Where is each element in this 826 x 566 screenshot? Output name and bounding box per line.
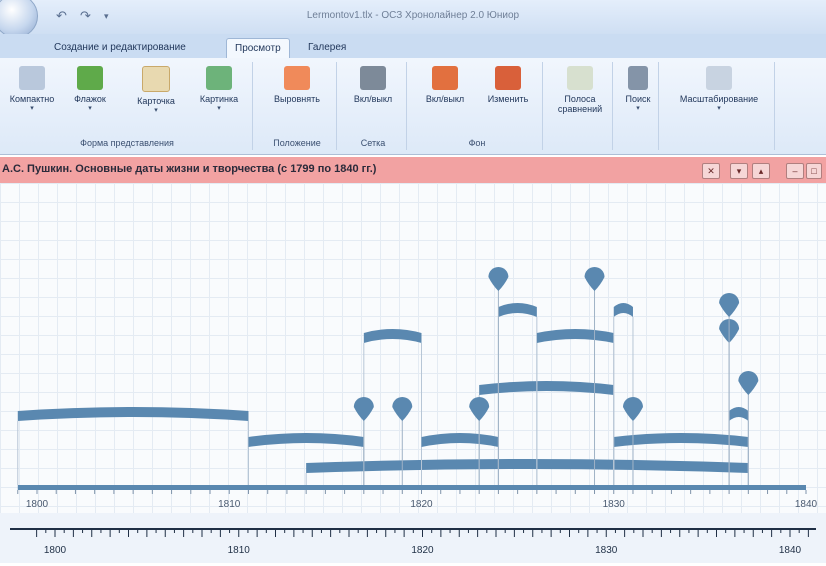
flag-icon	[77, 66, 103, 90]
chart-header: А.С. Пушкин. Основные даты жизни и творч…	[0, 157, 826, 183]
group-comparison: Полоса сравнений	[548, 62, 613, 150]
group-presentation-form: Компактно ▾ Флажок ▾ Карточка ▾ Картинка…	[2, 62, 253, 150]
period-band	[248, 433, 364, 447]
align-label: Выровнять	[274, 94, 320, 104]
window-title: Lermontov1.tlx - ОСЗ Хронолайнер 2.0 Юни…	[306, 10, 520, 21]
event-marker	[469, 397, 490, 421]
event-marker	[719, 293, 740, 317]
card-button[interactable]: Карточка ▾	[126, 66, 186, 114]
period-band	[498, 303, 537, 317]
event-marker	[353, 397, 374, 421]
bottom-scale-bar: 1800 1810 1820 1830 1840	[0, 513, 826, 563]
scale-tick-label: 1820	[411, 545, 434, 556]
scale-tick-label: 1810	[228, 545, 251, 556]
background-toggle-button[interactable]: Вкл/выкл	[416, 66, 474, 104]
comparison-icon	[567, 66, 593, 90]
axis-tick-label: 1840	[795, 499, 818, 510]
palette-icon	[495, 66, 521, 90]
background-change-label: Изменить	[487, 94, 529, 104]
tab-view[interactable]: Просмотр	[226, 38, 290, 59]
minimize-icon[interactable]: –	[786, 163, 804, 179]
grid-toggle-button[interactable]: Вкл/выкл	[344, 66, 402, 104]
timeline-svg: 1800 1810 1820 1830 1840	[17, 267, 818, 510]
search-button[interactable]: Поиск ▾	[620, 66, 656, 112]
grid-toggle-label: Вкл/выкл	[353, 94, 393, 104]
align-icon	[284, 66, 310, 90]
group-zoom: Масштабирование ▾	[664, 62, 775, 150]
scroll-up-icon[interactable]: ▴	[752, 163, 770, 179]
compact-label: Компактно	[9, 94, 55, 104]
binoculars-icon	[628, 66, 648, 90]
picture-icon	[206, 66, 232, 90]
scale-tick-label: 1800	[44, 545, 67, 556]
title-bar: ↶ ↷ ▾ Lermontov1.tlx - ОСЗ Хронолайнер 2…	[0, 0, 826, 38]
axis-tick-label: 1810	[218, 499, 241, 510]
timeline-chart: 1800 1810 1820 1830 1840	[0, 183, 826, 513]
group-caption: Сетка	[360, 138, 386, 148]
period-band	[17, 407, 249, 421]
align-button[interactable]: Выровнять	[262, 66, 332, 104]
axis-tick-label: 1830	[603, 499, 626, 510]
scale-tick-label: 1830	[595, 545, 618, 556]
ribbon-tabs: Создание и редактирование Просмотр Галер…	[0, 34, 826, 59]
event-marker	[622, 397, 643, 421]
period-band	[613, 433, 749, 447]
card-label: Карточка	[137, 96, 175, 106]
ribbon: Компактно ▾ Флажок ▾ Карточка ▾ Картинка…	[0, 58, 826, 155]
compact-icon	[19, 66, 45, 90]
scroll-down-icon[interactable]: ▾	[730, 163, 748, 179]
chevron-down-icon: ▾	[154, 107, 158, 114]
compact-button[interactable]: Компактно ▾	[4, 66, 60, 112]
period-band	[306, 459, 749, 473]
zoom-icon	[706, 66, 732, 90]
scale-tick-label: 1840	[779, 545, 802, 556]
bottom-scale-svg: 1800 1810 1820 1830 1840	[10, 528, 816, 556]
event-marker	[738, 371, 759, 395]
period-band	[536, 329, 614, 343]
axis-tick-label: 1800	[26, 499, 49, 510]
tab-gallery[interactable]: Галерея	[300, 38, 354, 58]
group-grid: Вкл/выкл Сетка	[340, 62, 407, 150]
group-search: Поиск ▾	[618, 62, 659, 150]
flag-button[interactable]: Флажок ▾	[62, 66, 118, 112]
background-toggle-label: Вкл/выкл	[425, 94, 465, 104]
group-caption: Форма представления	[80, 138, 174, 148]
picture-label: Картинка	[199, 94, 239, 104]
chevron-down-icon: ▾	[217, 105, 221, 112]
event-marker	[392, 397, 413, 421]
chevron-down-icon: ▾	[30, 105, 34, 112]
maximize-icon[interactable]: □	[806, 163, 822, 179]
grid-icon	[360, 66, 386, 90]
comparison-strip-button[interactable]: Полоса сравнений	[552, 66, 608, 114]
event-marker	[488, 267, 509, 291]
search-label: Поиск	[625, 94, 651, 104]
period-band	[363, 329, 422, 343]
chevron-down-icon: ▾	[88, 105, 92, 112]
timeline-axis-bar	[17, 485, 806, 490]
group-caption: Фон	[468, 138, 486, 148]
period-band	[421, 433, 499, 447]
background-icon	[432, 66, 458, 90]
picture-button[interactable]: Картинка ▾	[190, 66, 248, 112]
zoom-button[interactable]: Масштабирование ▾	[668, 66, 770, 112]
chevron-down-icon: ▾	[717, 105, 721, 112]
chevron-down-icon: ▾	[636, 105, 640, 112]
event-marker	[584, 267, 605, 291]
period-band	[729, 407, 749, 421]
tab-create-edit[interactable]: Создание и редактирование	[46, 38, 194, 58]
group-background: Вкл/выкл Изменить Фон	[412, 62, 543, 150]
comparison-strip-label: Полоса сравнений	[557, 94, 603, 114]
chart-title: А.С. Пушкин. Основные даты жизни и творч…	[2, 163, 377, 175]
period-band	[613, 303, 633, 317]
close-chart-icon[interactable]: ✕	[702, 163, 720, 179]
group-position: Выровнять Положение	[258, 62, 337, 150]
axis-tick-label: 1820	[410, 499, 433, 510]
card-icon	[142, 66, 170, 92]
group-caption: Положение	[273, 138, 321, 148]
background-change-button[interactable]: Изменить	[478, 66, 538, 104]
zoom-label: Масштабирование	[679, 94, 759, 104]
period-band	[479, 381, 614, 395]
flag-label: Флажок	[74, 94, 106, 104]
